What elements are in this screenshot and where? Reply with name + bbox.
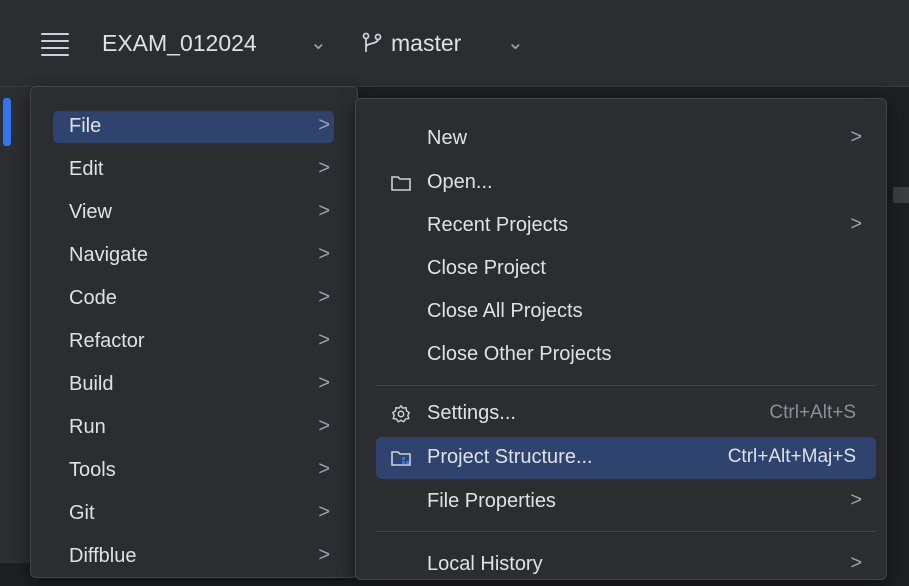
submenu-item-file-properties[interactable]: File Properties > <box>376 481 876 523</box>
menu-item-label: Navigate <box>69 244 148 266</box>
submenu-item-project-structure[interactable]: Project Structure... Ctrl+Alt+Maj+S <box>376 437 876 479</box>
chevron-right-icon: > <box>318 200 330 222</box>
submenu-item-label: File Properties <box>427 490 556 512</box>
submenu-item-close-project[interactable]: Close Project <box>376 248 876 290</box>
submenu-item-label: Close Other Projects <box>427 343 612 365</box>
menu-item-label: Run <box>69 416 106 438</box>
menu-item-label: Tools <box>69 459 116 481</box>
menu-item-code[interactable]: Code > <box>53 283 334 315</box>
submenu-item-label: Settings... <box>427 402 516 424</box>
tool-window-strip <box>0 87 30 563</box>
submenu-item-label: Local History <box>427 553 543 575</box>
menu-item-navigate[interactable]: Navigate > <box>53 240 334 272</box>
chevron-right-icon: > <box>318 329 330 351</box>
active-tool-indicator <box>3 98 11 146</box>
menu-item-edit[interactable]: Edit > <box>53 154 334 186</box>
menu-separator <box>376 385 876 386</box>
chevron-right-icon: > <box>318 415 330 437</box>
scrollbar-thumb[interactable] <box>893 187 909 203</box>
chevron-right-icon: > <box>318 243 330 265</box>
menu-item-refactor[interactable]: Refactor > <box>53 326 334 358</box>
menu-item-build[interactable]: Build > <box>53 369 334 401</box>
keyboard-shortcut: Ctrl+Alt+Maj+S <box>727 446 856 467</box>
submenu-item-label: Close Project <box>427 257 546 279</box>
folder-icon <box>391 176 411 191</box>
menu-item-label: Refactor <box>69 330 145 352</box>
submenu-item-close-other-projects[interactable]: Close Other Projects <box>376 334 876 376</box>
project-structure-icon <box>391 451 411 466</box>
chevron-right-icon: > <box>318 372 330 394</box>
chevron-right-icon: > <box>318 114 330 136</box>
menu-item-label: Code <box>69 287 117 309</box>
menu-item-label: File <box>69 115 102 137</box>
submenu-item-label: Close All Projects <box>427 300 583 322</box>
submenu-item-recent-projects[interactable]: Recent Projects > <box>376 205 876 247</box>
menu-item-label: Git <box>69 502 95 524</box>
chevron-down-icon[interactable]: ⌄ <box>507 30 524 55</box>
main-menu: File > Edit > View > Navigate > Code > R… <box>30 86 358 578</box>
submenu-item-open[interactable]: Open... <box>376 162 876 204</box>
hamburger-menu-icon[interactable] <box>41 33 69 56</box>
main-toolbar: EXAM_012024 ⌄ master ⌄ <box>0 0 909 87</box>
menu-item-view[interactable]: View > <box>53 197 334 229</box>
submenu-item-close-all-projects[interactable]: Close All Projects <box>376 291 876 333</box>
menu-item-label: Edit <box>69 158 104 180</box>
menu-item-label: View <box>69 201 112 223</box>
menu-item-run[interactable]: Run > <box>53 412 334 444</box>
menu-item-tools[interactable]: Tools > <box>53 455 334 487</box>
submenu-item-local-history[interactable]: Local History > <box>376 544 876 586</box>
chevron-right-icon: > <box>318 544 330 566</box>
chevron-right-icon: > <box>318 501 330 523</box>
submenu-item-settings[interactable]: Settings... Ctrl+Alt+S <box>376 393 876 435</box>
chevron-right-icon: > <box>318 458 330 480</box>
chevron-right-icon: > <box>850 213 862 235</box>
menu-item-file[interactable]: File > <box>53 111 334 143</box>
menu-item-diffblue[interactable]: Diffblue > <box>53 541 334 573</box>
chevron-right-icon: > <box>850 552 862 574</box>
keyboard-shortcut: Ctrl+Alt+S <box>769 402 856 423</box>
chevron-down-icon[interactable]: ⌄ <box>310 30 327 55</box>
chevron-right-icon: > <box>318 286 330 308</box>
submenu-item-label: Project Structure... <box>427 446 593 468</box>
project-selector[interactable]: EXAM_012024 <box>102 30 257 57</box>
menu-separator <box>376 531 876 532</box>
submenu-item-new[interactable]: New > <box>376 118 876 160</box>
chevron-right-icon: > <box>318 157 330 179</box>
menu-item-label: Build <box>69 373 114 395</box>
chevron-right-icon: > <box>850 126 862 148</box>
chevron-right-icon: > <box>850 489 862 511</box>
submenu-item-label: Open... <box>427 171 493 193</box>
submenu-item-label: Recent Projects <box>427 214 569 236</box>
branch-selector[interactable]: master <box>391 30 461 57</box>
file-submenu: New > Open... Recent Projects > Close Pr… <box>355 98 887 580</box>
submenu-item-label: New <box>427 127 468 149</box>
gear-icon <box>391 404 411 423</box>
git-branch-icon[interactable] <box>360 31 384 55</box>
menu-item-label: Diffblue <box>69 545 137 567</box>
menu-item-git[interactable]: Git > <box>53 498 334 530</box>
